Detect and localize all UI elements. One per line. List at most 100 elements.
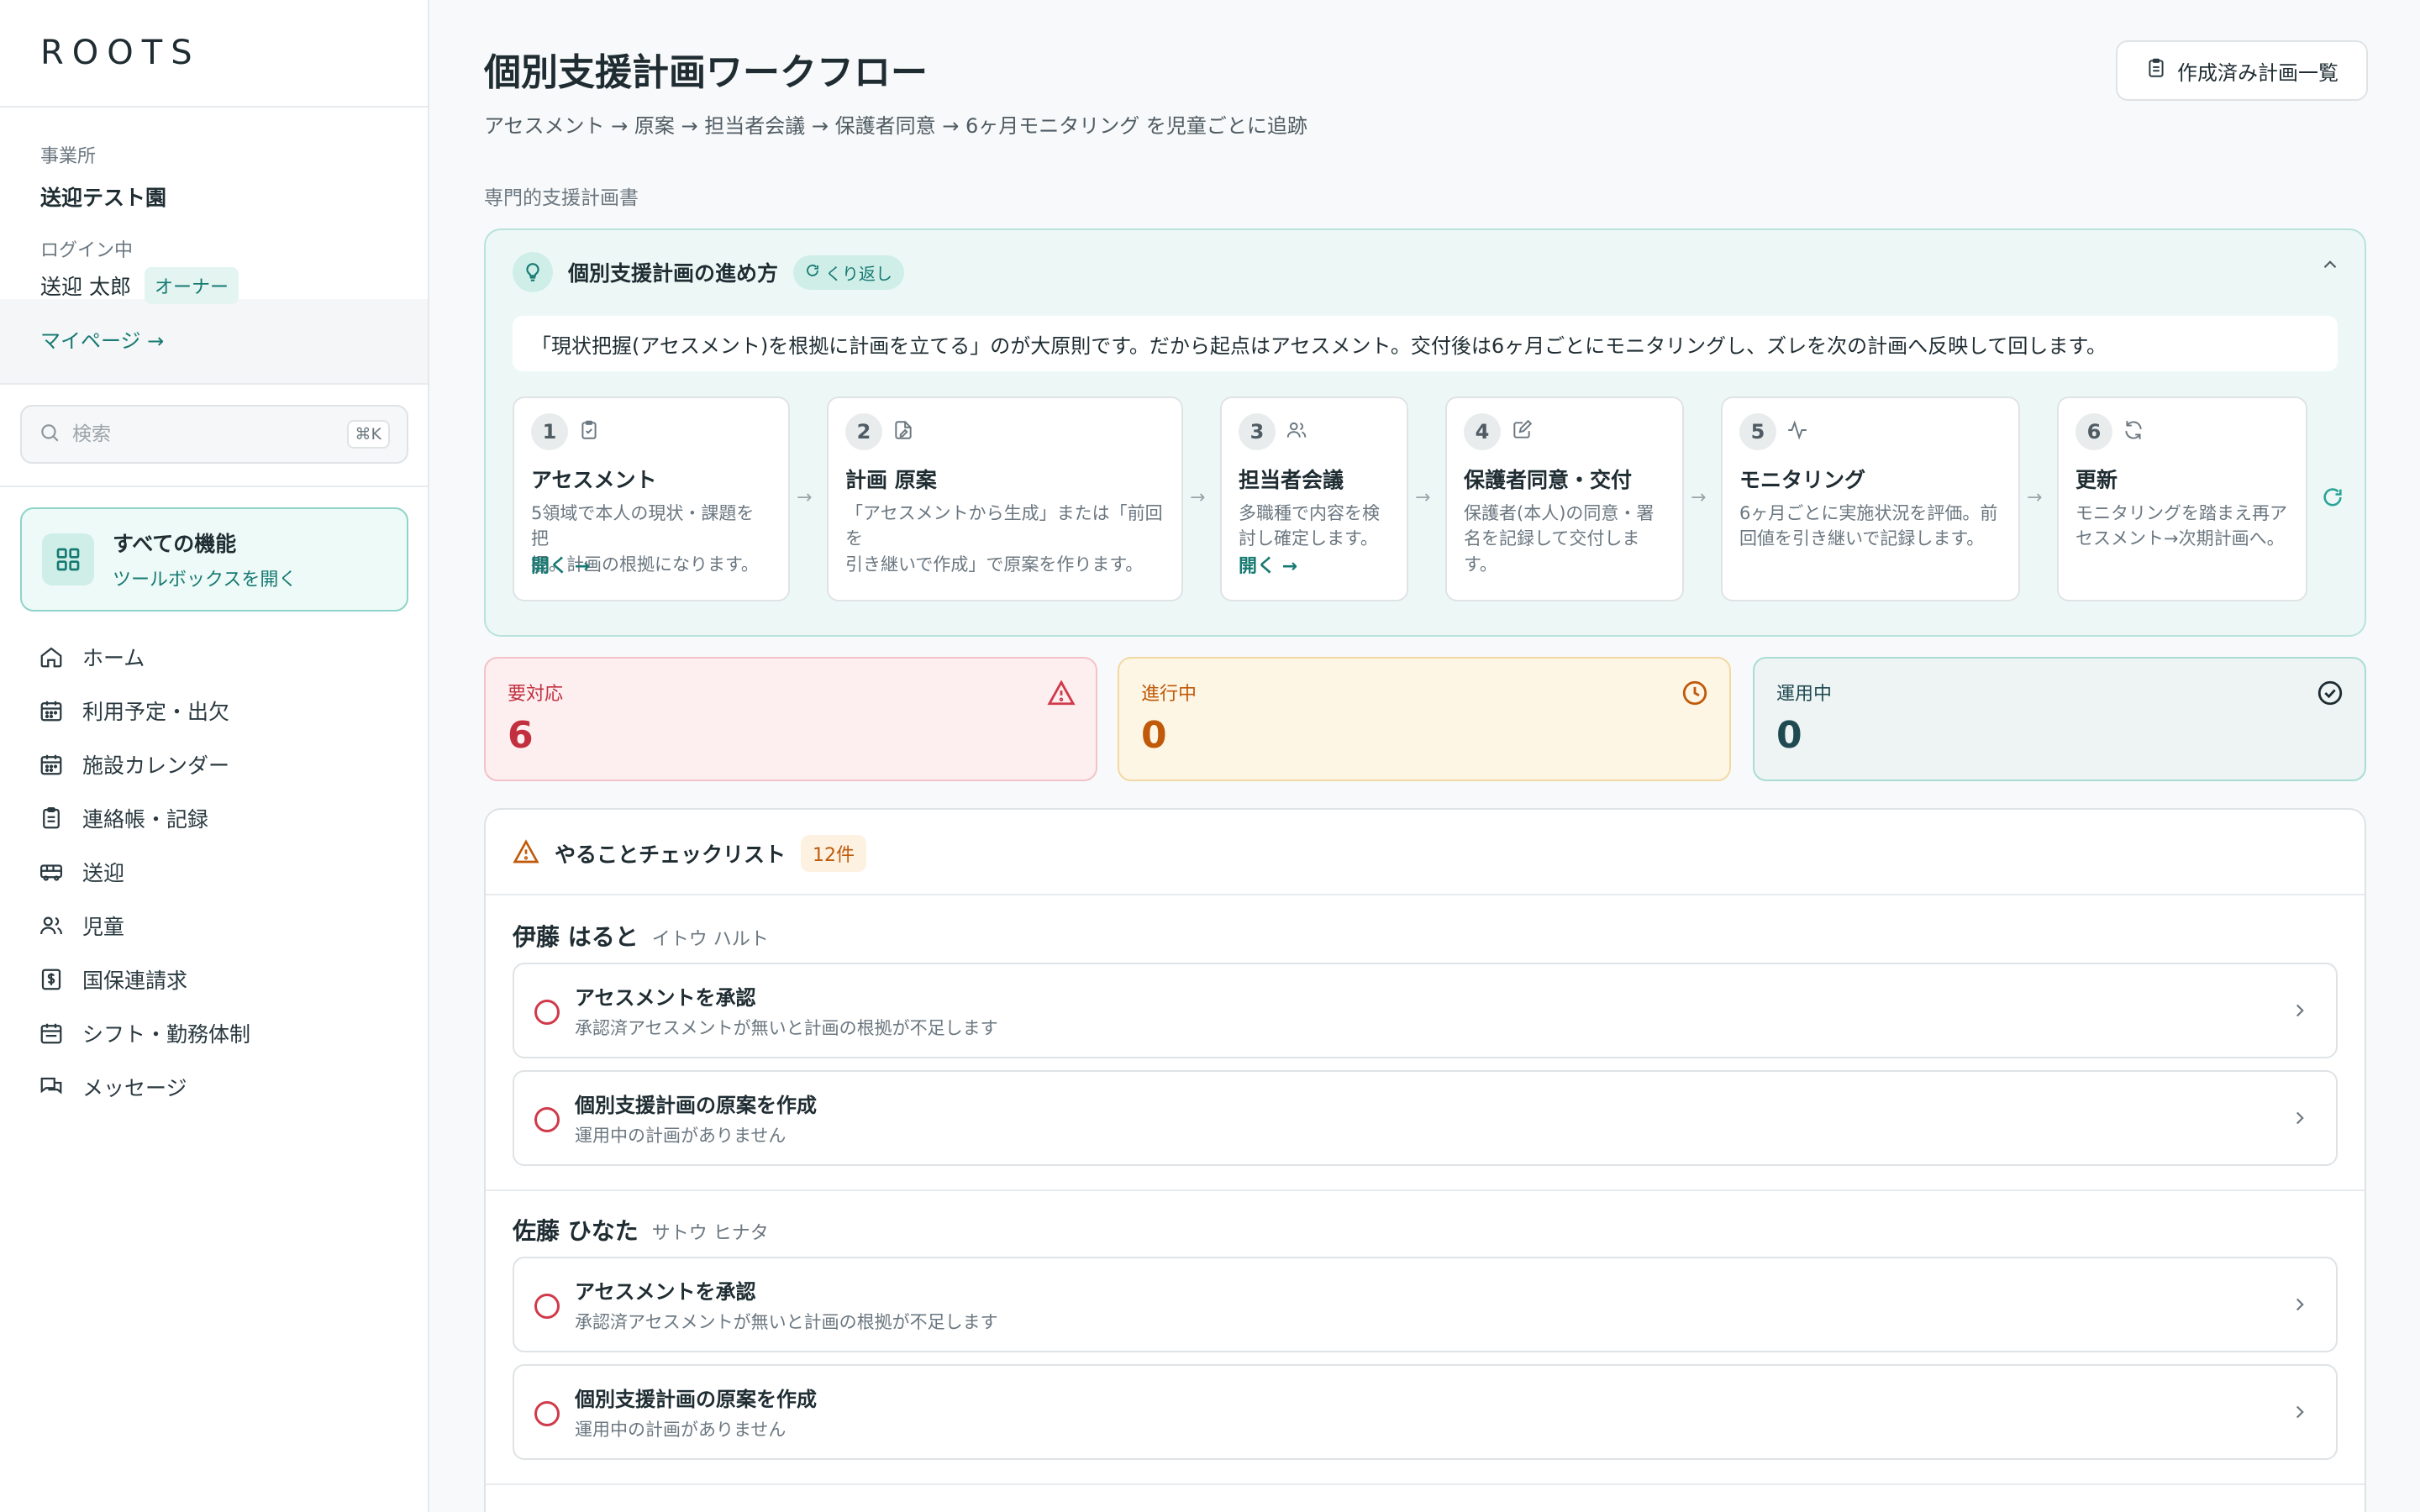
repeat-badge: くり返し: [793, 255, 905, 290]
guide-principle: 「現状把握(アセスメント)を根拠に計画を立てる」のが大原則です。だから起点はアセ…: [513, 316, 2338, 371]
activity-icon: [1786, 419, 1808, 444]
sidebar-item-label: 施設カレンダー: [82, 753, 230, 778]
step-description: 「アセスメントから生成」または「前回を 引き継いで作成」で原案を作ります。: [845, 503, 1163, 575]
grid-icon: [42, 533, 94, 585]
stat-value: 0: [1776, 714, 1802, 757]
office-label: 事業所: [40, 146, 97, 167]
sidebar-item-label: 連絡帳・記録: [82, 807, 209, 832]
checklist-count: 12件: [801, 835, 867, 872]
search-box[interactable]: ⌘K: [20, 405, 408, 464]
app-logo[interactable]: ROOTS: [40, 34, 201, 72]
all-features-button[interactable]: すべての機能 ツールボックスを開く: [20, 507, 408, 612]
stat-label: 運用中: [1776, 684, 1833, 705]
child-kana: サトウ ヒナタ: [651, 1223, 769, 1244]
lightbulb-icon: [513, 252, 553, 292]
sidebar: ROOTS 事業所 送迎テスト園 ログイン中 送迎 太郎 オーナー マイページ …: [0, 0, 429, 1512]
login-label: ログイン中: [40, 240, 134, 261]
task-item[interactable]: 個別支援計画の原案を作成 運用中の計画がありません: [513, 1070, 2338, 1166]
step-number: 5: [1739, 413, 1776, 450]
chevron-right-icon: [2289, 1294, 2311, 1319]
divider: [486, 1483, 2365, 1485]
sidebar-item-billing[interactable]: 国保連請求: [37, 953, 250, 1006]
invoice-icon: [37, 965, 66, 994]
child-header: 佐藤 ひなた サトウ ヒナタ: [513, 1213, 769, 1247]
step-description: 保護者(本人)の同意・署 名を記録して交付します。: [1464, 503, 1655, 575]
task-title: アセスメントを承認: [575, 986, 756, 1010]
step-draft[interactable]: 2 計画 原案 「アセスメントから生成」または「前回を 引き継いで作成」で原案を作…: [827, 396, 1183, 601]
task-item[interactable]: 個別支援計画の原案を作成 運用中の計画がありません: [513, 1364, 2338, 1460]
step-consent[interactable]: 4 保護者同意・交付 保護者(本人)の同意・署 名を記録して交付します。: [1445, 396, 1684, 601]
sidebar-item-transport[interactable]: 送迎: [37, 845, 250, 899]
calendar-icon: [37, 696, 66, 725]
workflow-steps: 1 アセスメント 5領域で本人の現状・課題を把 握。計画の根拠になります。 開く …: [513, 396, 2344, 601]
warning-icon: [513, 838, 539, 869]
sidebar-item-label: 利用予定・出欠: [82, 700, 230, 724]
sidebar-item-messages[interactable]: メッセージ: [37, 1060, 250, 1114]
task-title: 個別支援計画の原案を作成: [575, 1094, 817, 1117]
step-number: 1: [531, 413, 568, 450]
arrow-right-icon: →: [1415, 487, 1431, 508]
stat-active[interactable]: 運用中 0: [1753, 657, 2366, 781]
sidebar-item-shifts[interactable]: シフト・勤務体制: [37, 1006, 250, 1060]
step-description: 6ヶ月ごとに実施状況を評価。前 回値を引き継いで記録します。: [1739, 503, 1998, 549]
todo-checklist: やることチェックリスト 12件 伊藤 はると イトウ ハルト アセスメントを承認…: [484, 808, 2366, 1512]
sidebar-item-records[interactable]: 連絡帳・記録: [37, 791, 250, 845]
divider: [0, 106, 428, 108]
step-title: モニタリング: [1739, 468, 1866, 492]
workflow-guide-panel: 個別支援計画の進め方 くり返し 「現状把握(アセスメント)を根拠に計画を立てる」…: [484, 228, 2366, 637]
task-item[interactable]: アセスメントを承認 承認済アセスメントが無いと計画の根拠が不足します: [513, 963, 2338, 1058]
step-open-link[interactable]: 開く →: [1239, 551, 1297, 578]
sidebar-item-children[interactable]: 児童: [37, 899, 250, 953]
loop-icon: [2321, 486, 2344, 512]
task-subtitle: 運用中の計画がありません: [575, 1126, 786, 1146]
users-icon: [1286, 419, 1307, 444]
search-input[interactable]: [72, 423, 335, 445]
checklist-title: やることチェックリスト: [555, 843, 786, 867]
step-renewal[interactable]: 6 更新 モニタリングを踏まえ再ア セスメント→次期計画へ。: [2057, 396, 2307, 601]
sidebar-item-schedule[interactable]: 利用予定・出欠: [37, 684, 250, 738]
plan-list-button[interactable]: 作成済み計画一覧: [2116, 40, 2368, 101]
stat-action-required[interactable]: 要対応 6: [484, 657, 1097, 781]
sidebar-item-home[interactable]: ホーム: [37, 630, 250, 684]
chevron-right-icon: [2289, 1000, 2311, 1025]
arrow-right-icon: →: [1691, 487, 1707, 508]
search-shortcut: ⌘K: [346, 420, 390, 449]
all-features-title: すべての機能: [113, 532, 237, 556]
sidebar-item-label: シフト・勤務体制: [82, 1022, 251, 1047]
warning-icon: [1047, 679, 1076, 711]
stat-value: 6: [508, 714, 534, 757]
arrow-right-icon: →: [797, 487, 813, 508]
calendar-icon: [37, 750, 66, 779]
task-subtitle: 運用中の計画がありません: [575, 1420, 786, 1440]
guide-header: 個別支援計画の進め方 くり返し: [513, 252, 905, 292]
divider: [486, 1189, 2365, 1191]
users-icon: [37, 911, 66, 940]
step-number: 2: [845, 413, 882, 450]
stat-label: 要対応: [508, 684, 564, 705]
step-assessment[interactable]: 1 アセスメント 5領域で本人の現状・課題を把 握。計画の根拠になります。 開く …: [513, 396, 790, 601]
sidebar-item-label: ホーム: [82, 646, 145, 670]
step-description: モニタリングを踏まえ再ア セスメント→次期計画へ。: [2075, 503, 2287, 549]
sidebar-item-facility-calendar[interactable]: 施設カレンダー: [37, 738, 250, 791]
sidebar-nav: ホーム 利用予定・出欠 施設カレンダー 連絡帳・記録 送迎 児童 国保連請求 シ…: [37, 630, 250, 1114]
step-title: 更新: [2075, 468, 2118, 492]
check-circle-icon: [2316, 679, 2344, 711]
mypage-link[interactable]: マイページ →: [40, 324, 164, 354]
status-circle-icon: [534, 1401, 560, 1426]
task-subtitle: 承認済アセスメントが無いと計画の根拠が不足します: [575, 1018, 998, 1038]
step-meeting[interactable]: 3 担当者会議 多職種で内容を検 討し確定します。 開く →: [1220, 396, 1408, 601]
refresh-icon: [2123, 419, 2144, 444]
step-monitoring[interactable]: 5 モニタリング 6ヶ月ごとに実施状況を評価。前 回値を引き継いで記録します。: [1721, 396, 2020, 601]
page-title: 個別支援計画ワークフロー: [484, 51, 928, 94]
role-badge: オーナー: [144, 267, 239, 304]
stat-value: 0: [1141, 714, 1167, 757]
chevron-up-icon[interactable]: [2319, 254, 2341, 279]
step-open-link[interactable]: 開く →: [531, 551, 590, 578]
task-item[interactable]: アセスメントを承認 承認済アセスメントが無いと計画の根拠が不足します: [513, 1257, 2338, 1352]
task-title: 個別支援計画の原案を作成: [575, 1388, 817, 1411]
sidebar-item-label: メッセージ: [82, 1076, 187, 1100]
step-title: 担当者会議: [1239, 468, 1344, 492]
step-number: 3: [1239, 413, 1276, 450]
status-circle-icon: [534, 1294, 560, 1319]
stat-in-progress[interactable]: 進行中 0: [1118, 657, 1731, 781]
